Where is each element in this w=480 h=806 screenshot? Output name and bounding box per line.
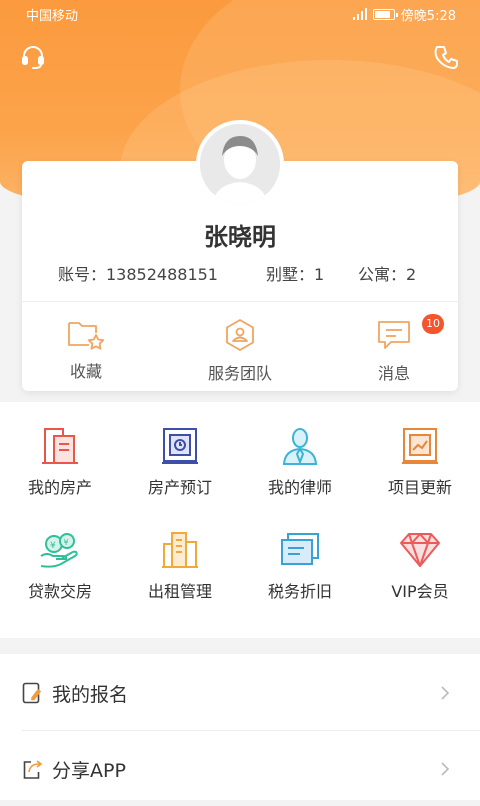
diamond-icon	[400, 533, 440, 567]
building-icon	[42, 428, 78, 464]
grid-item-property-booking[interactable]: 房产预订	[120, 426, 240, 498]
user-avatar-icon	[200, 124, 280, 204]
grid-item-loan-handover[interactable]: ¥ ¥ 贷款交房	[0, 530, 120, 602]
favorites-button[interactable]: 收藏	[26, 318, 146, 382]
chevron-right-icon	[441, 762, 450, 776]
svg-text:¥: ¥	[50, 541, 56, 551]
clock: 傍晚5:28	[400, 8, 456, 24]
message-icon	[378, 321, 410, 349]
list-item-label: 我的报名	[52, 683, 129, 706]
grid-label: 项目更新	[387, 478, 452, 497]
chevron-right-icon	[441, 686, 450, 700]
grid-item-my-property[interactable]: 我的房产	[0, 426, 120, 498]
monitor-icon	[281, 533, 319, 565]
service-team-button[interactable]: 服务团队	[180, 318, 300, 384]
feature-grid: 我的房产 房产预订 我的律师 项目更新 ¥ ¥ 贷款交房 出租管理 税务折旧 V…	[0, 402, 480, 638]
grid-item-vip-membership[interactable]: VIP会员	[360, 530, 480, 602]
apartment-count: 公寓：2	[358, 265, 417, 284]
account-number: 账号：13852488151	[58, 265, 218, 284]
grid-item-rental-management[interactable]: 出租管理	[120, 530, 240, 602]
team-badge-icon	[226, 319, 254, 351]
chart-board-icon	[402, 428, 438, 464]
service-team-label: 服务团队	[207, 364, 272, 383]
grid-label: VIP会员	[391, 582, 449, 601]
signal-icon	[352, 8, 367, 20]
message-count-badge: 10	[422, 314, 444, 334]
grid-item-tax-depreciation[interactable]: 税务折旧	[240, 530, 360, 602]
grid-label: 贷款交房	[27, 582, 92, 601]
money-bag-icon: ¥ ¥	[40, 533, 78, 568]
card-divider	[22, 301, 458, 302]
grid-label: 税务折旧	[267, 582, 332, 601]
messages-label: 消息	[377, 364, 410, 383]
grid-label: 我的律师	[267, 478, 332, 497]
avatar[interactable]	[196, 120, 284, 208]
grid-label: 出租管理	[147, 582, 212, 601]
status-bar: 中国移动 傍晚5:28	[0, 0, 480, 28]
grid-label: 房产预订	[147, 478, 212, 497]
rent-building-icon	[162, 532, 198, 568]
phone-icon[interactable]	[434, 44, 460, 70]
calendar-frame-icon	[162, 428, 198, 464]
favorites-label: 收藏	[69, 362, 102, 381]
list-divider	[22, 730, 480, 731]
share-icon	[23, 760, 42, 779]
list-item-label: 分享APP	[52, 759, 126, 782]
messages-button[interactable]: 10 消息	[334, 314, 454, 384]
settings-list: 我的报名 分享APP	[0, 654, 480, 800]
grid-item-project-updates[interactable]: 项目更新	[360, 426, 480, 498]
villa-count: 别墅：1	[266, 265, 325, 284]
grid-item-my-lawyer[interactable]: 我的律师	[240, 426, 360, 498]
folder-star-icon	[68, 322, 105, 350]
user-name: 张晓明	[204, 223, 276, 251]
list-item-share-app[interactable]: 分享APP	[0, 732, 480, 806]
lawyer-icon	[282, 428, 318, 465]
carrier-label: 中国移动	[26, 8, 79, 24]
headset-icon[interactable]	[20, 44, 46, 70]
signup-icon	[22, 682, 42, 704]
svg-text:¥: ¥	[64, 538, 69, 547]
battery-icon	[372, 8, 398, 20]
grid-label: 我的房产	[27, 478, 92, 497]
list-item-my-signup[interactable]: 我的报名	[0, 656, 480, 730]
